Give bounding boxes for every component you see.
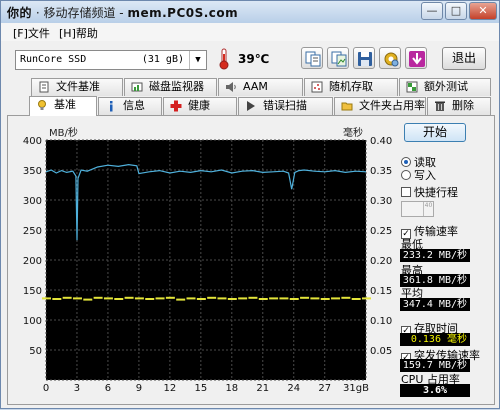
avg-value: 347.4 MB/秒 bbox=[400, 298, 470, 311]
x-tick-label: 12 bbox=[164, 383, 177, 394]
write-option[interactable]: 写入 bbox=[401, 167, 436, 183]
access-time-point bbox=[83, 298, 93, 301]
access-time-point bbox=[258, 298, 268, 300]
write-label: 写入 bbox=[414, 169, 436, 182]
access-time-point bbox=[207, 296, 217, 299]
x-tick-label: 9 bbox=[136, 383, 142, 394]
access-time-point bbox=[331, 297, 341, 300]
y-axis-left: 400 350 300 250 200 150 100 50 bbox=[23, 136, 42, 357]
access-time-point bbox=[227, 298, 237, 300]
y-right-tick-label: 0.10 bbox=[370, 316, 392, 327]
y-right-tick-label: 0.35 bbox=[370, 166, 392, 177]
radio-selected-icon[interactable] bbox=[401, 157, 411, 167]
start-button[interactable]: 开始 bbox=[404, 123, 466, 142]
access-time-point bbox=[248, 296, 258, 299]
app-window: 你的 · 移动存储频道 - mem.PC0S.com — □ ✕ [F]文件 [… bbox=[0, 0, 500, 409]
access-time-point bbox=[217, 297, 227, 300]
y-right-tick-label: 0.25 bbox=[370, 226, 392, 237]
y-right-tick-label: 0.20 bbox=[370, 256, 392, 267]
x-tick-label: 27 bbox=[318, 383, 331, 394]
y-right-tick-label: 0.40 bbox=[370, 136, 392, 147]
access-time-point bbox=[300, 296, 310, 299]
access-time-point bbox=[196, 298, 206, 300]
min-value: 233.2 MB/秒 bbox=[400, 249, 470, 262]
y-left-tick-label: 200 bbox=[23, 256, 42, 267]
access-time-point bbox=[238, 297, 248, 300]
access-time-point bbox=[310, 297, 320, 300]
x-tick-label: 18 bbox=[225, 383, 238, 394]
y-left-tick-label: 300 bbox=[23, 196, 42, 207]
access-time-point bbox=[155, 297, 165, 300]
quick-stroke-option[interactable]: 快捷行程 bbox=[401, 184, 458, 200]
access-time-point bbox=[103, 297, 113, 300]
quick-stroke-spinner[interactable]: 40 bbox=[401, 201, 434, 217]
y-left-tick-label: 250 bbox=[23, 226, 42, 237]
x-tick-label: 15 bbox=[194, 383, 207, 394]
y-right-tick-label: 0.15 bbox=[370, 286, 392, 297]
access-time-point bbox=[279, 297, 289, 300]
quick-label: 快捷行程 bbox=[414, 186, 458, 199]
access-time-point bbox=[165, 296, 175, 299]
access-time-point bbox=[269, 297, 279, 300]
checkbox-icon[interactable] bbox=[401, 187, 411, 197]
access-time-point bbox=[186, 297, 196, 300]
x-tick-label: 0 bbox=[43, 383, 49, 394]
access-time-point bbox=[114, 298, 124, 300]
y-left-unit: MB/秒 bbox=[49, 126, 78, 139]
access-time-point bbox=[176, 298, 186, 301]
access-time-point bbox=[62, 296, 72, 299]
access-time-point bbox=[124, 296, 134, 299]
access-value: 0.136 毫秒 bbox=[400, 333, 470, 346]
x-tick-label: 6 bbox=[105, 383, 111, 394]
y-left-tick-label: 350 bbox=[23, 166, 42, 177]
y-right-tick-label: 0.30 bbox=[370, 196, 392, 207]
y-left-tick-label: 150 bbox=[23, 286, 42, 297]
y-axis-right: 0.40 0.35 0.30 0.25 0.20 0.15 0.10 0.05 bbox=[370, 136, 392, 357]
access-time-point bbox=[351, 298, 361, 300]
access-time-point bbox=[52, 298, 62, 300]
cpu-value: 3.6% bbox=[400, 384, 470, 397]
x-axis: 0 3 6 9 12 15 18 21 24 27 31gB bbox=[43, 383, 369, 394]
x-tick-label: 3 bbox=[74, 383, 80, 394]
access-time-point bbox=[42, 297, 51, 300]
y-left-tick-label: 400 bbox=[23, 136, 42, 147]
tab-benchmark[interactable]: 基准 bbox=[29, 96, 97, 116]
access-time-point bbox=[362, 297, 371, 300]
x-tick-label: 21 bbox=[256, 383, 269, 394]
access-time-point bbox=[134, 297, 144, 300]
access-time-point bbox=[72, 297, 82, 300]
x-tick-label: 24 bbox=[287, 383, 300, 394]
y-left-tick-label: 50 bbox=[29, 346, 42, 357]
bulb-icon bbox=[38, 100, 46, 110]
access-time-point bbox=[320, 298, 330, 300]
y-right-unit: 毫秒 bbox=[343, 126, 363, 139]
tab-label: 基准 bbox=[54, 98, 76, 111]
radio-icon[interactable] bbox=[401, 170, 411, 180]
access-time-point bbox=[145, 298, 155, 300]
y-left-tick-label: 100 bbox=[23, 316, 42, 327]
access-time-point bbox=[93, 296, 103, 299]
y-right-tick-label: 0.05 bbox=[370, 346, 392, 357]
access-time-point bbox=[341, 296, 351, 299]
quick-value: 40 bbox=[423, 202, 433, 216]
x-tick-label: 31gB bbox=[343, 383, 369, 394]
access-time-point bbox=[289, 298, 299, 300]
